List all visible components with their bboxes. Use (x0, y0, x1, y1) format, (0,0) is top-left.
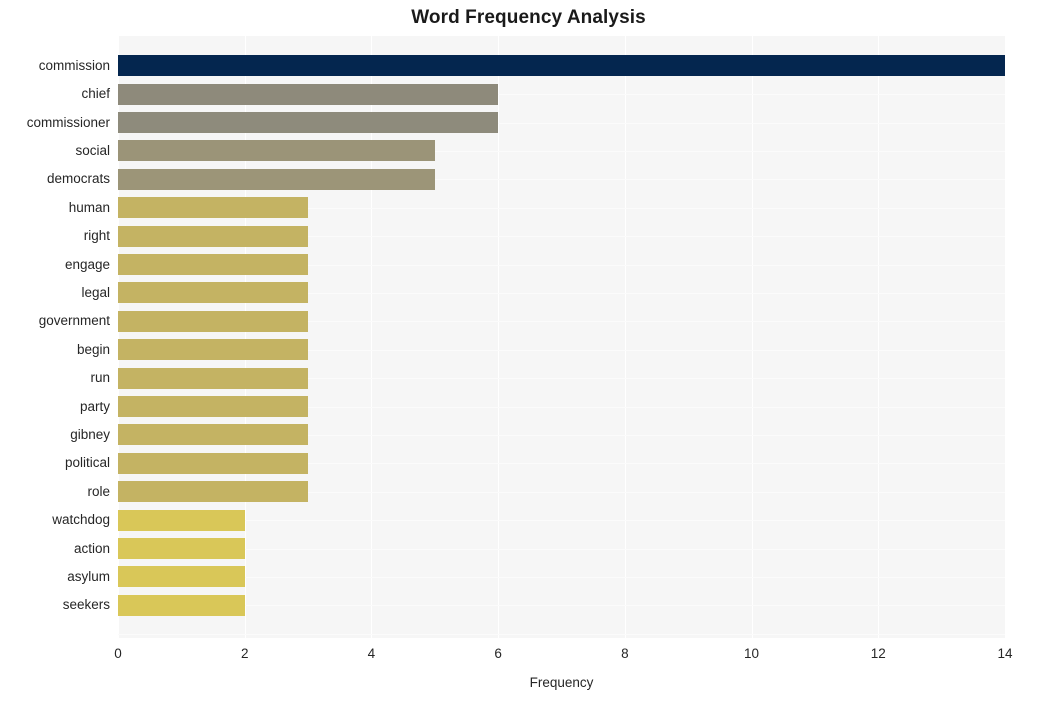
y-axis-tick-label: right (0, 229, 110, 243)
x-axis-title: Frequency (118, 675, 1005, 691)
bar (118, 453, 308, 474)
y-axis-tick-label: run (0, 371, 110, 385)
bar-row (118, 591, 1005, 619)
bar-row (118, 506, 1005, 534)
x-axis-tick-label: 8 (595, 646, 655, 662)
y-axis-tick-label: government (0, 314, 110, 328)
bar-row (118, 449, 1005, 477)
x-axis-tick-labels: 0 2 4 6 8 10 12 14 (0, 646, 1057, 668)
bar (118, 169, 435, 190)
bar-row (118, 80, 1005, 108)
bar (118, 566, 245, 587)
bar (118, 424, 308, 445)
x-axis-tick-label: 4 (341, 646, 401, 662)
bar (118, 55, 1005, 76)
bar (118, 254, 308, 275)
y-axis-tick-label: commissioner (0, 116, 110, 130)
x-axis-tick-label: 6 (468, 646, 528, 662)
bar (118, 112, 498, 133)
y-axis-tick-label: legal (0, 286, 110, 300)
bar (118, 311, 308, 332)
bar-row (118, 165, 1005, 193)
y-axis-tick-label: action (0, 542, 110, 556)
y-axis-tick-label: role (0, 485, 110, 499)
bar-row (118, 392, 1005, 420)
bar-row (118, 52, 1005, 80)
plot-area (118, 36, 1005, 638)
word-frequency-chart-figure: Word Frequency Analysis commissionchiefc… (0, 0, 1057, 701)
y-axis-tick-label: commission (0, 59, 110, 73)
bar-row (118, 563, 1005, 591)
y-axis-tick-label: political (0, 456, 110, 470)
y-axis-tick-label: chief (0, 87, 110, 101)
y-axis-tick-label: party (0, 400, 110, 414)
y-axis-tick-label: seekers (0, 598, 110, 612)
x-axis-tick-label: 2 (215, 646, 275, 662)
y-axis-tick-label: begin (0, 343, 110, 357)
y-axis-tick-label: asylum (0, 570, 110, 584)
bar-row (118, 307, 1005, 335)
bar-row (118, 250, 1005, 278)
bar (118, 396, 308, 417)
bar-row (118, 279, 1005, 307)
bar-row (118, 137, 1005, 165)
bar (118, 481, 308, 502)
y-axis-tick-label: democrats (0, 172, 110, 186)
bar (118, 538, 245, 559)
bar-row (118, 534, 1005, 562)
bar (118, 197, 308, 218)
bar-row (118, 364, 1005, 392)
gridline-horizontal (118, 634, 1005, 635)
x-axis-tick-label: 12 (848, 646, 908, 662)
bar-row (118, 336, 1005, 364)
x-axis-tick-label: 0 (88, 646, 148, 662)
bar (118, 510, 245, 531)
bar (118, 595, 245, 616)
y-axis-tick-label: human (0, 201, 110, 215)
x-axis-tick-label: 10 (722, 646, 782, 662)
y-axis-tick-label: social (0, 144, 110, 158)
bar-row (118, 222, 1005, 250)
bar-row (118, 478, 1005, 506)
page-title: Word Frequency Analysis (0, 6, 1057, 30)
bar-row (118, 194, 1005, 222)
bar (118, 282, 308, 303)
y-axis-tick-label: watchdog (0, 513, 110, 527)
bar (118, 368, 308, 389)
y-axis-tick-label: gibney (0, 428, 110, 442)
bar (118, 84, 498, 105)
x-axis-tick-label: 14 (975, 646, 1035, 662)
bar (118, 226, 308, 247)
y-axis-tick-label: engage (0, 258, 110, 272)
bar (118, 140, 435, 161)
bar-row (118, 108, 1005, 136)
bar-row (118, 421, 1005, 449)
bar (118, 339, 308, 360)
y-axis-tick-labels: commission chief commissioner social democra… (0, 36, 110, 638)
